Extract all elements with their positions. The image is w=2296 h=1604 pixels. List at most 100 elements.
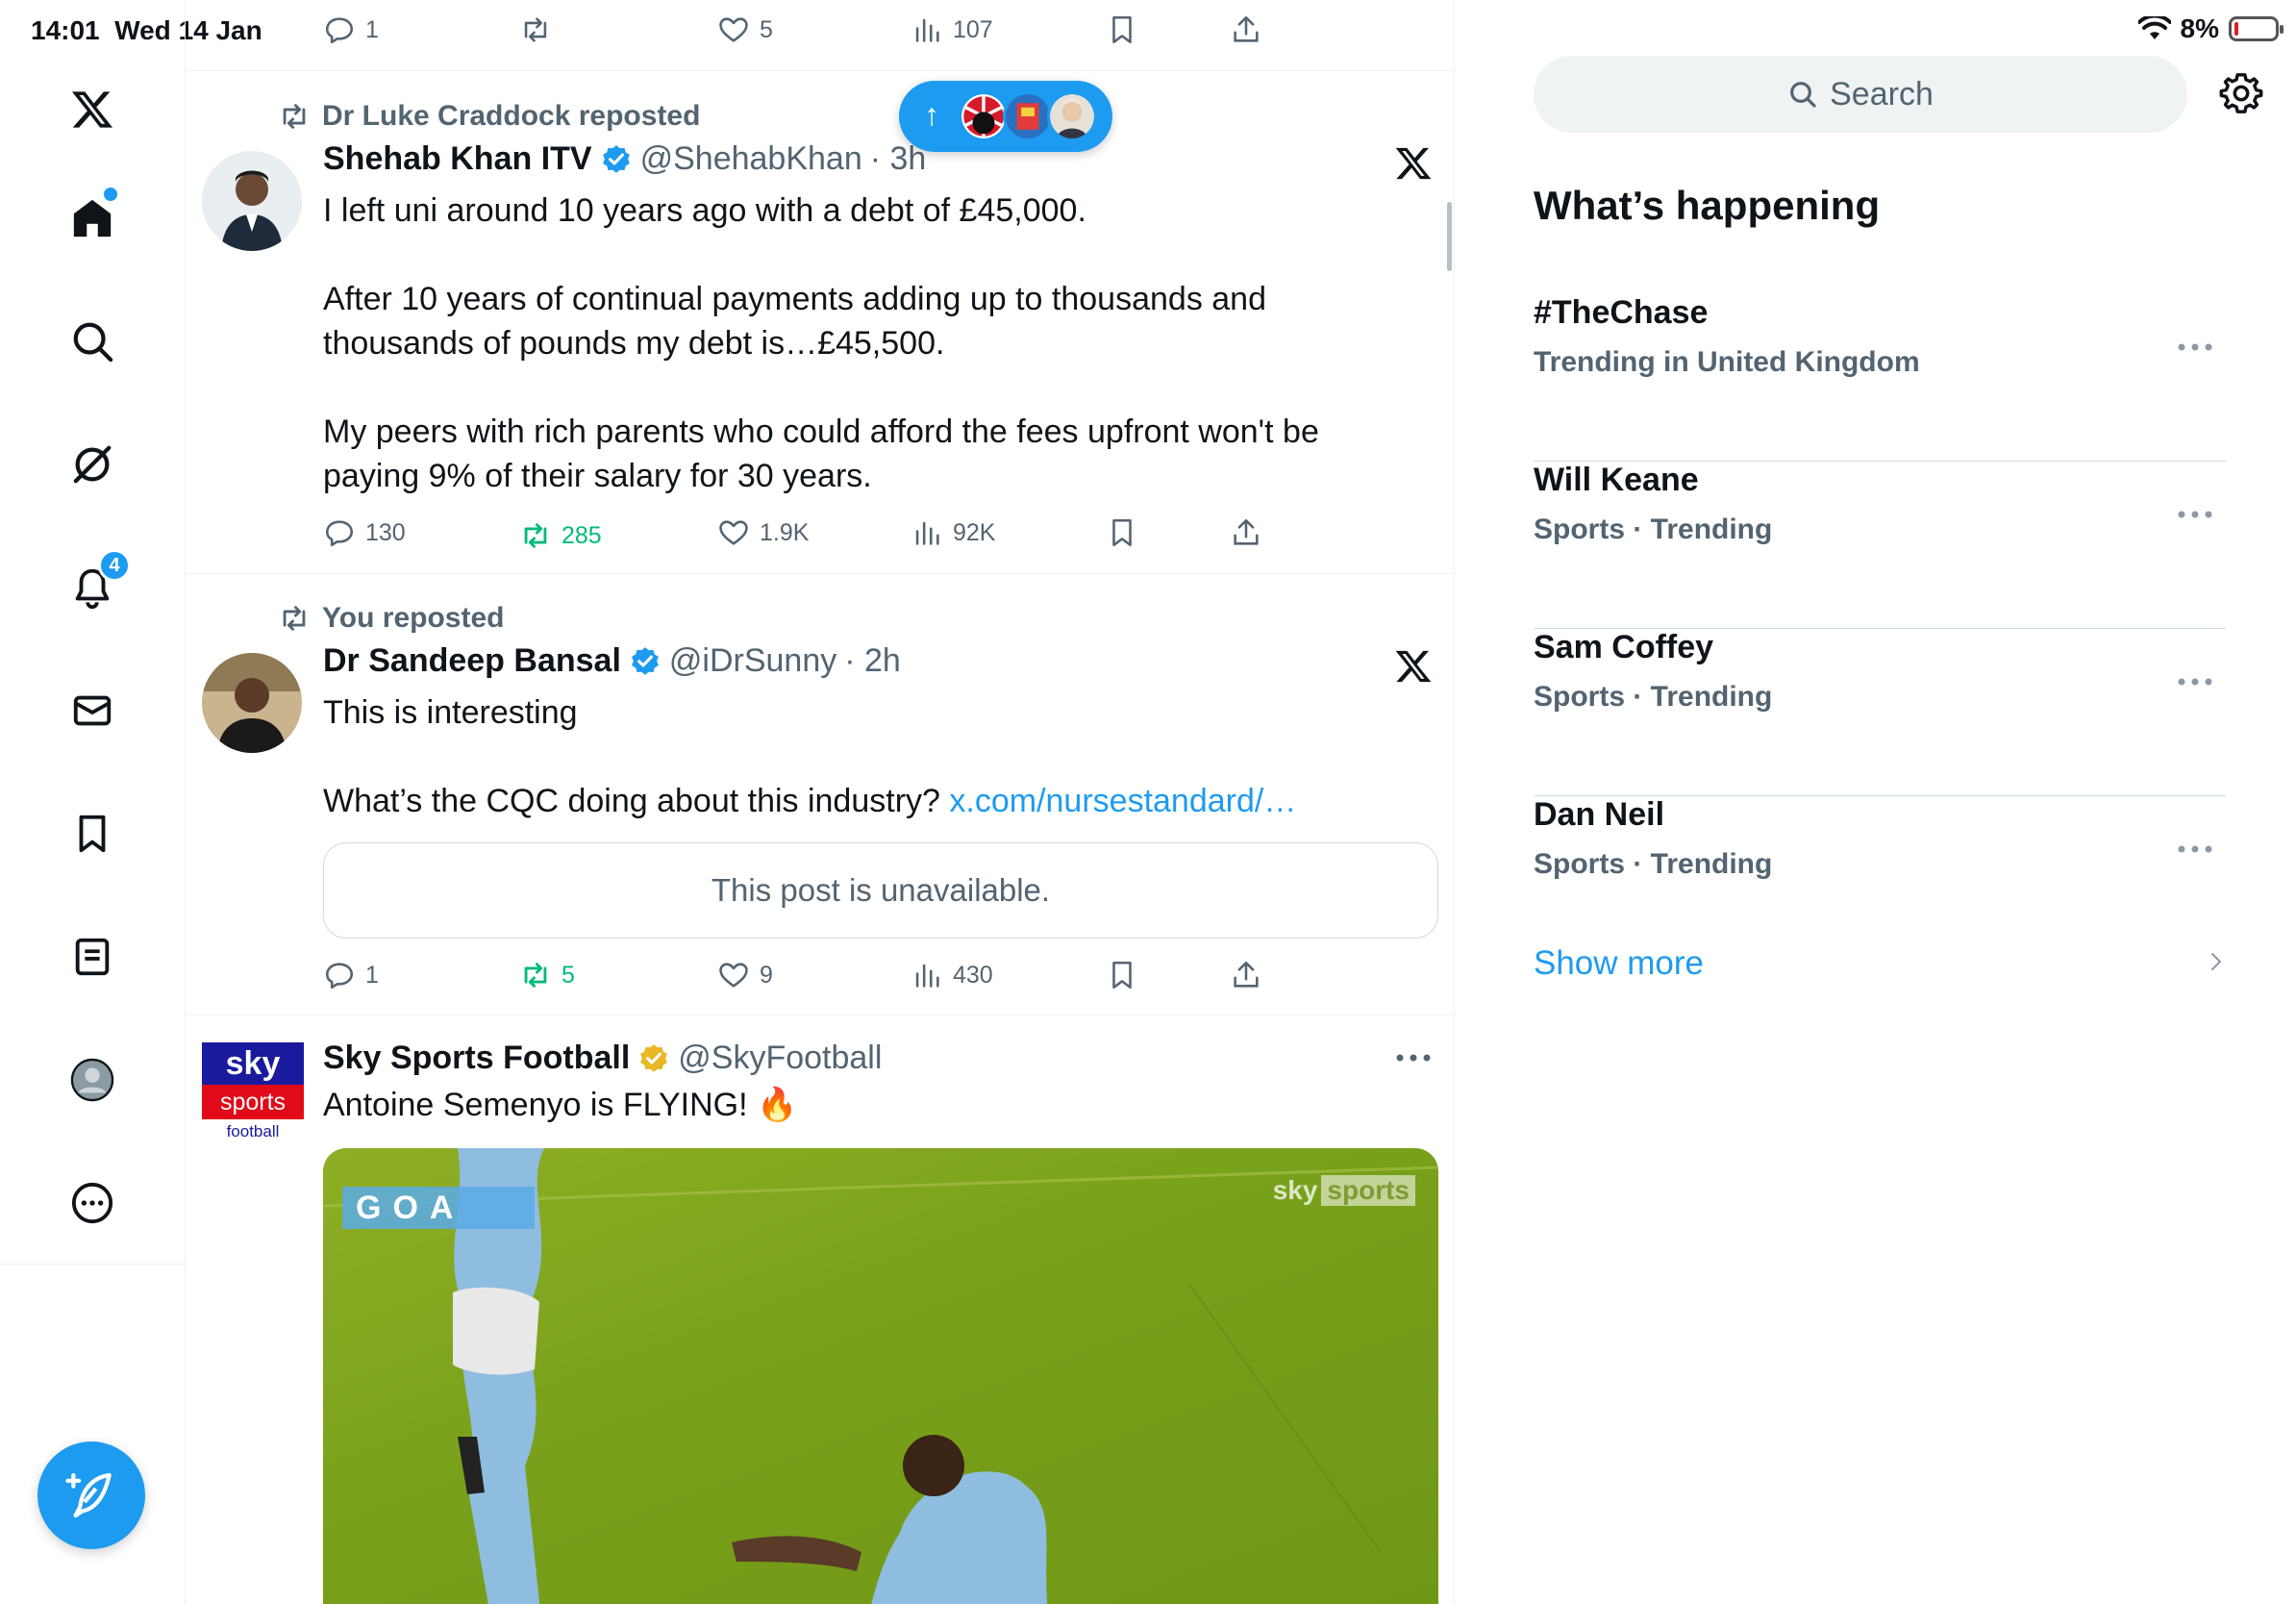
more-options-icon[interactable] bbox=[2176, 508, 2214, 521]
left-nav: 4 bbox=[0, 0, 186, 1604]
more-options-icon[interactable] bbox=[1394, 1052, 1433, 1064]
repost-icon bbox=[524, 963, 547, 988]
repost-button[interactable]: 5 bbox=[519, 959, 575, 991]
reply-button[interactable]: 1 bbox=[323, 13, 379, 46]
trend-item[interactable]: Sam Coffey Sports · Trending bbox=[1534, 629, 2226, 796]
more-options-icon[interactable] bbox=[2176, 340, 2214, 354]
notifications-bell-icon[interactable]: 4 bbox=[54, 549, 131, 626]
repost-icon bbox=[524, 17, 547, 42]
verified-badge-icon bbox=[602, 144, 630, 173]
author-name[interactable]: Sky Sports Football bbox=[323, 1040, 630, 1077]
search-icon[interactable] bbox=[54, 303, 131, 380]
reply-button[interactable]: 1 bbox=[323, 959, 379, 991]
timeline: 1 5 107 Dr Luke Craddock reposted Shehab… bbox=[186, 0, 1455, 1604]
reply-button[interactable]: 130 bbox=[323, 516, 406, 549]
bookmark-icon bbox=[1112, 518, 1132, 547]
goal-overlay-text: GOA bbox=[342, 1187, 535, 1229]
author-name[interactable]: Shehab Khan ITV bbox=[323, 140, 592, 178]
trend-item[interactable]: Dan Neil Sports · Trending bbox=[1534, 796, 2226, 964]
trend-context: Sports · Trending bbox=[1534, 514, 1773, 545]
avatar[interactable] bbox=[202, 151, 302, 251]
share-icon bbox=[1234, 518, 1259, 545]
lists-icon[interactable] bbox=[54, 918, 131, 995]
bookmark-button[interactable] bbox=[1106, 959, 1138, 991]
more-options-icon[interactable] bbox=[2176, 842, 2214, 856]
share-button[interactable] bbox=[1230, 13, 1262, 46]
trend-name: Will Keane bbox=[1534, 462, 1699, 498]
trend-name: Dan Neil bbox=[1534, 796, 1665, 833]
repost-icon bbox=[283, 104, 306, 129]
pill-avatar bbox=[1003, 91, 1053, 141]
trend-item[interactable]: Will Keane Sports · Trending bbox=[1534, 462, 2226, 629]
repost-context: Dr Luke Craddock reposted bbox=[278, 100, 700, 133]
bookmark-button[interactable] bbox=[1106, 13, 1138, 46]
post-header: Shehab Khan ITV @ShehabKhan · 3h bbox=[323, 140, 926, 178]
scrollbar-thumb[interactable] bbox=[1447, 202, 1452, 271]
profile-avatar-icon[interactable] bbox=[54, 1041, 131, 1118]
heart-icon bbox=[719, 520, 748, 545]
trend-name: #TheChase bbox=[1534, 294, 1709, 331]
views-button[interactable]: 107 bbox=[911, 13, 993, 46]
new-posts-pill[interactable]: ↑ bbox=[899, 81, 1112, 152]
trend-item[interactable]: #TheChase Trending in United Kingdom bbox=[1534, 294, 2226, 462]
repost-button[interactable]: 285 bbox=[519, 519, 602, 552]
search-input[interactable]: Search bbox=[1534, 56, 2187, 133]
more-options-icon[interactable] bbox=[54, 1165, 131, 1241]
compose-post-button[interactable] bbox=[37, 1441, 145, 1549]
show-more-link[interactable]: Show more bbox=[1534, 944, 1704, 983]
post-text: I left uni around 10 years ago with a de… bbox=[323, 192, 1319, 494]
more-options-icon[interactable] bbox=[2176, 675, 2214, 689]
share-button[interactable] bbox=[1230, 516, 1262, 549]
author-handle[interactable]: @iDrSunny bbox=[669, 642, 836, 680]
views-chart-icon bbox=[915, 521, 939, 545]
like-button[interactable]: 1.9K bbox=[717, 516, 809, 549]
whats-happening-title: What’s happening bbox=[1534, 183, 1881, 228]
settings-gear-icon[interactable] bbox=[2219, 71, 2263, 115]
author-handle[interactable]: @ShehabKhan bbox=[640, 140, 862, 178]
home-icon[interactable] bbox=[54, 180, 131, 257]
x-logo-icon bbox=[1395, 650, 1432, 683]
trend-context: Trending in United Kingdom bbox=[1534, 346, 1920, 378]
grok-icon[interactable] bbox=[54, 426, 131, 503]
post-header: Sky Sports Football @SkyFootball bbox=[323, 1040, 882, 1077]
post-video-media[interactable]: GOA sky sports bbox=[323, 1148, 1438, 1604]
bookmarks-icon[interactable] bbox=[54, 795, 131, 872]
pill-avatar bbox=[1047, 91, 1097, 141]
pill-avatar bbox=[959, 91, 1009, 141]
avatar[interactable] bbox=[202, 653, 302, 753]
post-text: Antoine Semenyo is FLYING! 🔥 bbox=[323, 1087, 798, 1123]
compose-feather-icon bbox=[65, 1472, 112, 1518]
unavailable-quote-card: This post is unavailable. bbox=[323, 842, 1438, 939]
nav-divider bbox=[0, 1264, 186, 1265]
views-button[interactable]: 92K bbox=[911, 516, 995, 549]
views-button[interactable]: 430 bbox=[911, 959, 993, 991]
reply-icon bbox=[325, 17, 354, 44]
author-name[interactable]: Dr Sandeep Bansal bbox=[323, 642, 621, 680]
like-button[interactable]: 9 bbox=[717, 959, 773, 991]
like-button[interactable]: 5 bbox=[717, 13, 773, 46]
heart-icon bbox=[719, 963, 748, 988]
author-handle[interactable]: @SkyFootball bbox=[678, 1040, 882, 1077]
chevron-right-icon bbox=[2211, 953, 2221, 970]
arrow-up-icon: ↑ bbox=[924, 97, 939, 132]
heart-icon bbox=[719, 17, 748, 42]
share-button[interactable] bbox=[1230, 959, 1262, 991]
bookmark-icon bbox=[1112, 15, 1132, 44]
bookmark-button[interactable] bbox=[1106, 516, 1138, 549]
repost-button[interactable] bbox=[519, 13, 552, 46]
trend-context: Sports · Trending bbox=[1534, 681, 1773, 713]
divider bbox=[186, 573, 1454, 574]
post-text: This is interesting What’s the CQC doing… bbox=[323, 694, 1297, 819]
trend-context: Sports · Trending bbox=[1534, 848, 1773, 880]
post-link[interactable]: x.com/nursestandard/… bbox=[949, 783, 1296, 819]
sky-sports-avatar[interactable]: sky sports football bbox=[202, 1042, 304, 1144]
search-icon bbox=[1790, 82, 1816, 108]
repost-icon bbox=[283, 606, 306, 631]
repost-context: You reposted bbox=[278, 602, 504, 635]
search-placeholder: Search bbox=[1830, 75, 1934, 113]
notifications-badge: 4 bbox=[98, 549, 131, 582]
messages-icon[interactable] bbox=[54, 672, 131, 749]
right-sidebar: Search What’s happening #TheChase Trendi… bbox=[1455, 0, 2296, 1604]
post-header: Dr Sandeep Bansal @iDrSunny · 2h bbox=[323, 642, 901, 680]
x-logo-icon[interactable] bbox=[54, 71, 131, 148]
